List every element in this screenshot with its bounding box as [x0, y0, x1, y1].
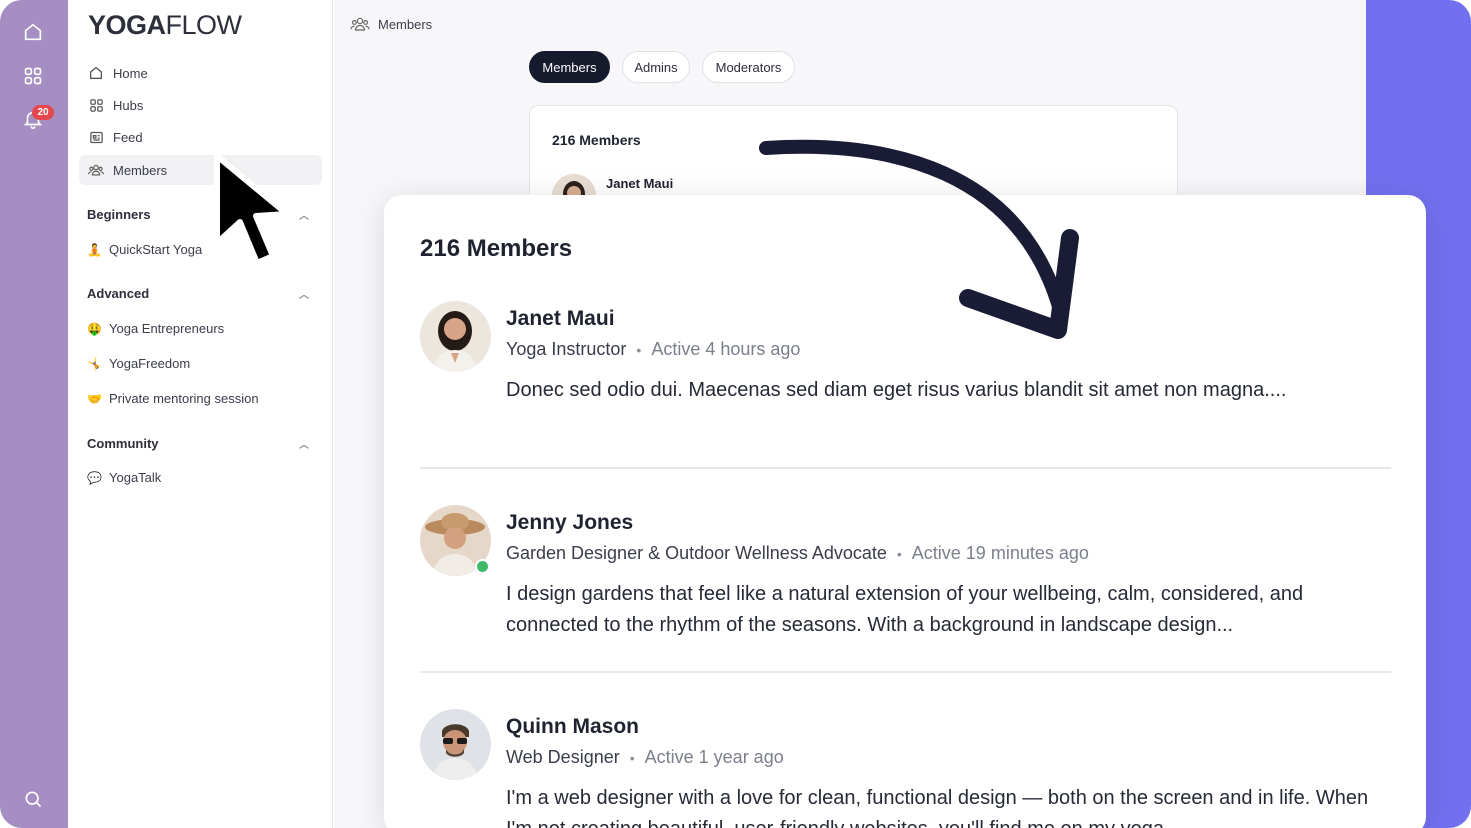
hub-label: Yoga Entrepreneurs [109, 321, 225, 336]
nav-label: Home [113, 65, 148, 81]
member-last-active: Active 1 year ago [644, 747, 784, 767]
hubs-rail-icon[interactable] [20, 63, 46, 89]
chevron-up-icon[interactable]: ︿ [299, 436, 309, 451]
nav-label: Hubs [113, 97, 144, 113]
member-bio: I design gardens that feel like a natura… [506, 583, 1304, 636]
member-count-title: 216 Members [420, 235, 573, 262]
breadcrumb-label: Members [378, 16, 433, 32]
chevron-up-icon[interactable]: ︿ [299, 207, 309, 222]
member-name[interactable]: Jenny Jones [506, 511, 633, 535]
member-bio: I'm a web designer with a love for clean… [506, 787, 1369, 828]
section-advanced[interactable]: Advanced ︿ [87, 286, 309, 301]
member-count: 216 Members [552, 132, 641, 148]
hub-yogatalk[interactable]: 💬 YogaTalk [87, 470, 161, 485]
sidebar: YOGAFLOW Home Hubs Feed Members Beginner… [68, 0, 333, 828]
hub-emoji: 🧘 [87, 242, 102, 257]
member-name[interactable]: Janet Maui [506, 307, 615, 331]
hub-emoji: 🤸 [87, 356, 102, 371]
nav-home[interactable]: Home [79, 58, 322, 88]
hub-private-mentoring[interactable]: 🤝 Private mentoring session [87, 391, 259, 406]
cursor-icon [214, 153, 290, 266]
members-icon [350, 15, 370, 33]
separator-dot: • [896, 545, 902, 562]
hubs-icon [88, 97, 104, 113]
feed-icon [88, 129, 104, 145]
hub-yoga-entrepreneurs[interactable]: 🤑 Yoga Entrepreneurs [87, 321, 224, 336]
hub-label: YogaTalk [109, 470, 162, 485]
home-rail-icon[interactable] [20, 19, 46, 45]
icon-rail: 20 [0, 0, 68, 828]
hub-emoji: 🤝 [87, 391, 102, 406]
separator-dot: • [629, 749, 635, 766]
avatar[interactable] [420, 709, 491, 780]
breadcrumb: Members [350, 15, 432, 33]
member-name[interactable]: Quinn Mason [506, 715, 639, 739]
online-indicator [475, 559, 490, 574]
member-last-active: Active 19 minutes ago [911, 543, 1089, 563]
brand-logo[interactable]: YOGAFLOW [88, 10, 242, 41]
nav-hubs[interactable]: Hubs [79, 90, 322, 120]
tab-members[interactable]: Members [529, 51, 610, 83]
nav-label: Members [113, 162, 168, 178]
hub-label: Private mentoring session [109, 391, 259, 406]
hub-emoji: 💬 [87, 470, 102, 485]
divider [420, 671, 1391, 673]
notification-badge: 20 [32, 105, 54, 120]
hub-label: QuickStart Yoga [109, 242, 203, 257]
member-role: Garden Designer & Outdoor Wellness Advoc… [506, 543, 887, 563]
hub-yogafreedom[interactable]: 🤸 YogaFreedom [87, 356, 190, 371]
member-role: Web Designer [506, 747, 620, 767]
member-bio: Donec sed odio dui. Maecenas sed diam eg… [506, 379, 1287, 401]
members-icon [88, 162, 104, 178]
hub-emoji: 🤑 [87, 321, 102, 336]
nav-label: Feed [113, 129, 143, 145]
avatar[interactable] [420, 301, 491, 372]
search-icon[interactable] [20, 786, 46, 812]
divider [420, 467, 1391, 469]
member-role: Yoga Instructor [506, 339, 627, 359]
hub-quickstart-yoga[interactable]: 🧘 QuickStart Yoga [87, 242, 202, 257]
member-name[interactable]: Janet Maui [606, 176, 673, 191]
home-icon [88, 65, 104, 81]
member-meta: Web Designer • Active 1 year ago [506, 747, 784, 768]
annotation-arrow-icon [759, 139, 1079, 339]
section-community[interactable]: Community ︿ [87, 436, 309, 451]
hub-label: YogaFreedom [109, 356, 191, 371]
chevron-up-icon[interactable]: ︿ [299, 286, 309, 301]
tab-admins[interactable]: Admins [622, 51, 690, 83]
tab-moderators[interactable]: Moderators [702, 51, 795, 83]
member-meta: Garden Designer & Outdoor Wellness Advoc… [506, 543, 1089, 564]
separator-dot: • [636, 341, 642, 358]
